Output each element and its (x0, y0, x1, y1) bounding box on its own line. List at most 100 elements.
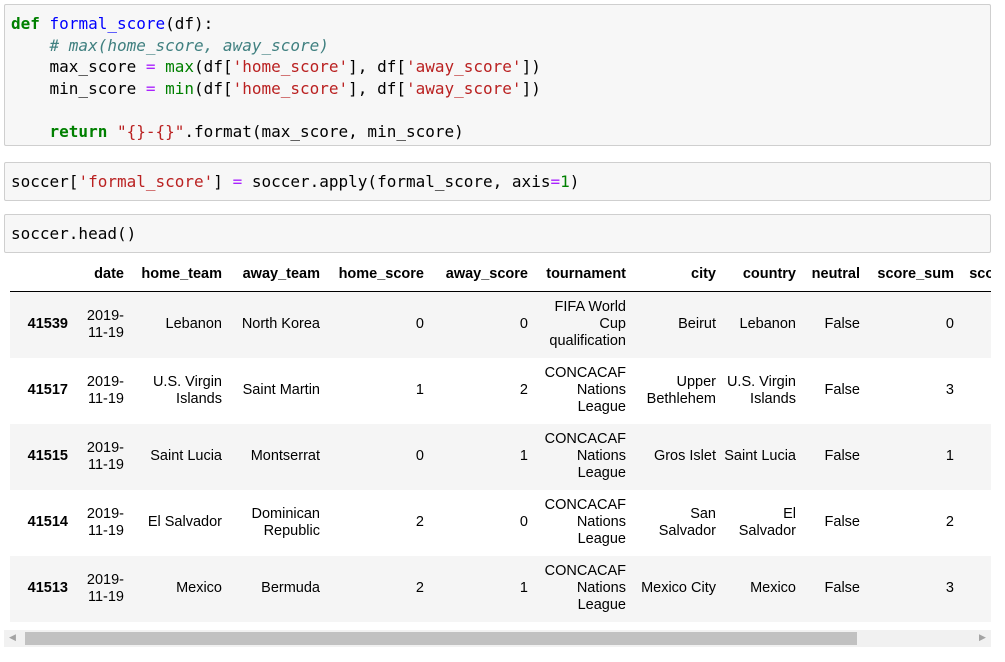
table-cell: 1 (519, 448, 528, 464)
scroll-left-arrow-icon[interactable]: ◀ (4, 630, 21, 647)
code-token: = (232, 172, 243, 191)
column-header: away_score (428, 258, 532, 292)
table-cell: 3 (945, 382, 954, 398)
table-cell: 2019-11-19 (86, 307, 124, 341)
table-cell: 2 (519, 382, 528, 398)
table-cell: 1 (519, 580, 528, 596)
table-cell: Gros Islet (653, 448, 716, 464)
row-index: 41514 (27, 514, 68, 530)
table-cell (958, 490, 991, 556)
code-token: 1 (560, 172, 570, 191)
code-editor[interactable]: def formal_score(df): # max(home_score, … (5, 5, 990, 150)
scrollbar-thumb[interactable] (25, 632, 857, 645)
table-cell: 2019-11-19 (86, 571, 124, 605)
code-token: "{}-{}" (116, 121, 185, 141)
table-header: date home_team away_team home_score away_sco… (10, 258, 991, 292)
column-header: country (720, 258, 800, 292)
column-header: neutral (800, 258, 864, 292)
code-token: # max(home_score, away_score) (49, 35, 329, 55)
table-cell: Saint Martin (242, 382, 320, 398)
table-cell: False (824, 448, 860, 464)
table-row: 41514 2019-11-19 El Salvador Dominican Repu… (10, 490, 991, 556)
table-cell: Saint Lucia (724, 448, 796, 464)
table-cell (958, 556, 991, 622)
code-token: return (49, 121, 108, 141)
table-cell: CONCACAF Nations League (544, 497, 626, 547)
table-body: 41539 2019-11-19 Lebanon North Korea 0 0 FIFA … (10, 291, 991, 622)
code-token: formal_score (49, 14, 166, 33)
table-cell: Mexico City (641, 580, 716, 596)
code-token: = (145, 57, 156, 76)
column-header: tournament (532, 258, 630, 292)
code-token: def (11, 14, 40, 33)
table-cell: 0 (519, 514, 528, 530)
column-header: away_team (226, 258, 324, 292)
code-editor[interactable]: soccer.head() (5, 215, 990, 253)
column-header: score_ (958, 258, 991, 292)
table-cell: Dominican Republic (251, 505, 321, 539)
table-row: 41513 2019-11-19 Mexico Bermuda 2 1 CONCACAF N… (10, 555, 991, 622)
dataframe-output: date home_team away_team home_score away_sco… (10, 258, 991, 624)
code-token: soccer.head() (11, 224, 137, 243)
code-token: = (550, 172, 561, 191)
table-cell: 2019-11-19 (86, 373, 124, 407)
table-cell: 2 (945, 514, 954, 530)
table-cell: 0 (415, 316, 424, 333)
table-cell: 0 (415, 448, 424, 464)
code-editor[interactable]: soccer['formal_score'] = soccer.apply(fo… (5, 163, 990, 201)
code-cell-formal-score-def[interactable]: def formal_score(df): # max(home_score, … (4, 4, 991, 146)
table-cell: San Salvador (658, 505, 716, 539)
table-cell: 2019-11-19 (86, 439, 124, 473)
table-cell: North Korea (241, 316, 320, 333)
table-cell: 1 (945, 448, 954, 464)
code-cell-apply[interactable]: soccer['formal_score'] = soccer.apply(fo… (4, 162, 991, 201)
code-cell-head[interactable]: soccer.head() (4, 214, 991, 253)
code-token: (df[ (194, 78, 233, 98)
table-row: 41539 2019-11-19 Lebanon North Korea 0 0 FIFA … (10, 291, 991, 358)
table-cell: 3 (945, 580, 954, 596)
table-cell: CONCACAF Nations League (544, 431, 626, 481)
index-header (10, 258, 72, 292)
table-cell: Lebanon (739, 316, 796, 333)
code-token: (df): (165, 14, 214, 33)
row-index: 41513 (27, 580, 68, 596)
row-index: 41539 (27, 316, 68, 333)
table-cell (958, 292, 991, 358)
column-header: home_team (128, 258, 226, 292)
table-cell: El Salvador (738, 505, 796, 539)
table-cell: False (824, 316, 860, 333)
code-token: 'home_score' (232, 57, 349, 76)
table-cell: Saint Lucia (150, 448, 222, 464)
table-cell: CONCACAF Nations League (544, 365, 626, 415)
table-cell: Upper Bethlehem (646, 373, 716, 407)
column-header: city (630, 258, 720, 292)
table-cell: False (824, 382, 860, 398)
scroll-right-arrow-icon[interactable]: ▶ (974, 630, 991, 647)
dataframe-table: date home_team away_team home_score away_sco… (10, 258, 991, 622)
table-cell: False (824, 580, 860, 596)
table-cell: 0 (945, 316, 954, 333)
table-cell: U.S. Virgin Islands (726, 373, 796, 407)
horizontal-scrollbar[interactable]: ◀ ▶ (4, 630, 991, 647)
code-token: ) (569, 172, 580, 191)
table-cell: El Salvador (147, 514, 222, 530)
code-token: 'home_score' (232, 78, 349, 98)
code-token: .format(max_score, min_score) (184, 121, 464, 141)
row-index: 41515 (27, 448, 68, 464)
row-index: 41517 (27, 382, 68, 398)
column-header: date (72, 258, 128, 292)
code-token: = (145, 78, 156, 98)
column-header: home_score (324, 258, 428, 292)
code-token: min_score (11, 78, 146, 98)
code-token: ], df[ (348, 57, 406, 76)
code-token: ]) (521, 57, 541, 76)
code-token: 'formal_score' (78, 172, 214, 191)
table-cell: False (824, 514, 860, 530)
